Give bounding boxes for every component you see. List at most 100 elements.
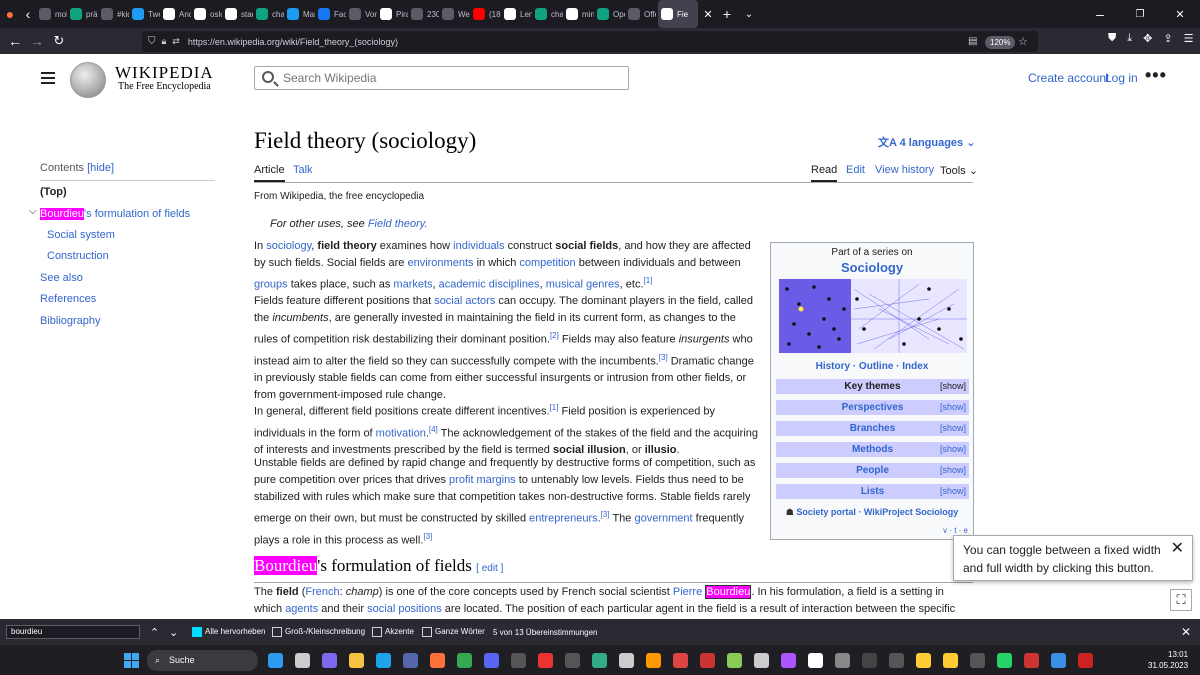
toc-item-see-also[interactable]: See also [40,272,83,284]
pocket-icon[interactable]: ⛊ [1108,32,1116,45]
tab-edit[interactable]: Edit [846,164,865,176]
full-width-toggle-button[interactable]: ⛶ [1170,589,1192,611]
browser-tab[interactable]: #kids [98,0,129,28]
link-individuals[interactable]: individuals [453,240,504,252]
infobox-show-link[interactable]: [show] [940,379,966,394]
link-environments[interactable]: environments [407,257,473,269]
lock-icon[interactable]: 🔒︎ [162,36,167,47]
browser-tab[interactable]: chat [532,0,563,28]
find-input[interactable]: bourdieu [6,625,140,639]
share-icon[interactable]: ⇪ [1163,32,1172,45]
extensions-icon[interactable]: ✥ [1143,32,1152,45]
vpn-icon[interactable] [565,653,580,668]
back-icon[interactable]: ← [4,30,26,52]
browser-tab[interactable]: Pirate [377,0,408,28]
link-sociology[interactable]: sociology [266,240,311,252]
browser-tab[interactable]: Webe [439,0,470,28]
infobox-vte[interactable]: v · t · e [943,526,968,535]
infobox-row[interactable]: Perspectives [show] [776,400,969,415]
create-account-link[interactable]: Create account [1028,71,1109,85]
app-icon[interactable] [673,653,688,668]
tab-close-icon[interactable]: ✕ [700,3,716,25]
infobox-show-link[interactable]: [show] [940,484,966,499]
browser-tab[interactable]: Von d [346,0,377,28]
chrome-icon[interactable] [457,653,472,668]
main-menu-icon[interactable] [41,72,55,84]
toc-hide-link[interactable]: [hide] [87,162,114,174]
linux-icon[interactable] [943,653,958,668]
section-edit-link[interactable]: [ edit ] [476,563,503,574]
app-menu-icon[interactable]: ☰ [1184,32,1194,45]
close-icon[interactable]: ✕ [1171,540,1184,558]
wikipedia-globe-logo[interactable] [70,62,106,98]
bookmark-star-icon[interactable]: ☆ [1018,35,1028,48]
find-previous-icon[interactable]: ⌃ [150,626,159,639]
app-icon[interactable] [619,653,634,668]
infobox-row[interactable]: Methods [show] [776,442,969,457]
app-icon[interactable] [727,653,742,668]
app-icon[interactable] [862,653,877,668]
app-icon[interactable] [592,653,607,668]
task-view-icon[interactable] [295,653,310,668]
app-icon[interactable] [970,653,985,668]
find-close-icon[interactable]: ✕ [1181,625,1191,639]
browser-tab[interactable]: prägu [67,0,98,28]
search-input[interactable]: Search Wikipedia [254,66,629,90]
meet-icon[interactable] [322,653,337,668]
firefox-icon[interactable] [430,653,445,668]
app-icon[interactable] [808,653,823,668]
app-icon[interactable] [1024,653,1039,668]
infobox-portal-text[interactable]: Society portal · WikiProject Sociology [796,507,958,517]
infobox-row[interactable]: Key themes [show] [776,379,969,394]
link-motivation[interactable]: motivation [376,427,426,439]
browser-tab[interactable]: Fie [658,0,698,28]
browser-tab[interactable]: 2305. [408,0,439,28]
infobox-row[interactable]: Branches [show] [776,421,969,436]
url-bar[interactable]: ⛉ 🔒︎ ⇄ https://en.wikipedia.org/wiki/Fie… [142,31,1038,52]
minimize-icon[interactable]: – [1080,3,1120,25]
window-close-icon[interactable]: ✕ [1160,3,1200,25]
infobox-series-link[interactable]: Sociology [771,260,973,275]
app-icon[interactable] [754,653,769,668]
browser-tab[interactable]: mol [36,0,67,28]
app-icon[interactable] [511,653,526,668]
link-entrepreneurs[interactable]: entrepreneurs [529,513,598,525]
toc-item-construction[interactable]: Construction [47,250,109,262]
browser-tab[interactable]: Offen [625,0,656,28]
checkbox-icon[interactable] [422,627,432,637]
list-tabs-icon[interactable]: ⌄ [738,3,760,25]
forward-icon[interactable]: → [26,30,48,52]
tab-scroll-left-icon[interactable]: ‹ [20,3,36,25]
browser-tab[interactable]: Faceb [315,0,346,28]
store-icon[interactable] [403,653,418,668]
linux-icon[interactable] [916,653,931,668]
link-agents[interactable]: agents [285,603,318,615]
tab-read[interactable]: Read [811,164,838,182]
whatsapp-icon[interactable] [997,653,1012,668]
app-icon[interactable] [835,653,850,668]
browser-tab[interactable]: (1870 [470,0,501,28]
language-button[interactable]: 文A 4 languages ⌄ [878,134,975,150]
firefox-menu-icon[interactable]: ● [0,3,20,25]
reader-view-icon[interactable]: ▤ [968,36,977,47]
edge-icon[interactable] [376,653,391,668]
discord-icon[interactable] [484,653,499,668]
shield-icon[interactable]: ⛉ [148,36,156,47]
infobox-show-link[interactable]: [show] [940,442,966,457]
link-profit-margins[interactable]: profit margins [449,474,516,486]
link-pierre-bourdieu[interactable]: Pierre Bourdieu [673,585,752,599]
reload-icon[interactable]: ↻ [48,30,70,52]
url-text[interactable]: https://en.wikipedia.org/wiki/Field_theo… [188,37,398,47]
browser-tab[interactable]: Tweet [129,0,160,28]
checkbox-checked-icon[interactable] [192,627,202,637]
app-icon[interactable] [700,653,715,668]
app-icon[interactable] [646,653,661,668]
find-next-icon[interactable]: ⌄ [169,626,178,639]
hatnote-link[interactable]: Field theory. [368,218,428,230]
link-competition[interactable]: competition [519,257,575,269]
infobox-portal-links[interactable]: ☗ Society portal · WikiProject Sociology [771,507,973,518]
infobox-show-link[interactable]: [show] [940,400,966,415]
toc-item-references[interactable]: References [40,293,96,305]
toc-item-bibliography[interactable]: Bibliography [40,315,101,327]
browser-tab[interactable]: mind [563,0,594,28]
